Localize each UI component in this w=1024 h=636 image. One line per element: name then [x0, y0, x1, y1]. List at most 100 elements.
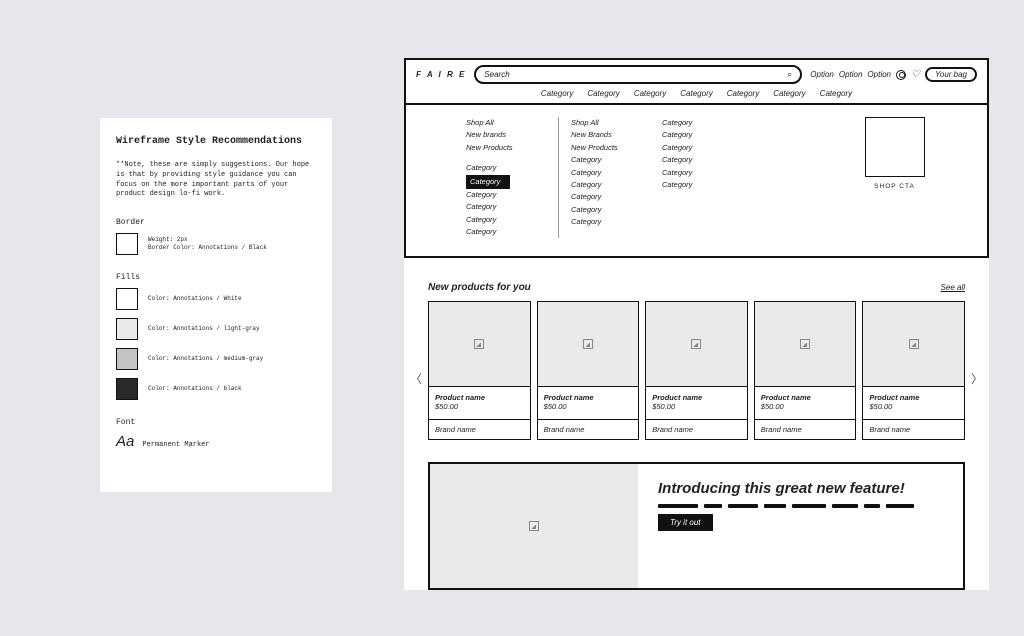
product-name: Product name — [652, 393, 741, 402]
user-icon[interactable] — [896, 70, 906, 80]
mega-item[interactable]: Category — [466, 201, 558, 213]
mega-item[interactable]: New Products — [571, 142, 650, 154]
border-label: Border — [116, 218, 316, 227]
mega-item[interactable]: Category — [571, 167, 650, 179]
mega-col-1: Shop All New brands New Products Categor… — [466, 117, 558, 238]
mega-item[interactable]: Category — [662, 129, 742, 141]
heart-icon[interactable]: ♡ — [911, 69, 920, 80]
product-brand: Brand name — [538, 419, 639, 439]
image-placeholder-icon — [474, 339, 484, 349]
feature-banner: Introducing this great new feature! Try … — [428, 462, 965, 590]
mega-item[interactable]: Category — [571, 154, 650, 166]
feature-image — [430, 464, 638, 588]
image-placeholder-icon — [529, 521, 539, 531]
feature-cta-button[interactable]: Try it out — [658, 514, 713, 531]
product-name: Product name — [869, 393, 958, 402]
product-price: $50.00 — [761, 402, 850, 411]
product-card[interactable]: Product name$50.00 Brand name — [862, 301, 965, 440]
product-carousel: Product name$50.00 Brand name Product na… — [428, 301, 965, 440]
mega-item[interactable]: Category — [466, 214, 558, 226]
nav-category[interactable]: Category — [727, 89, 759, 98]
shop-cta-image — [865, 117, 925, 177]
style-guide-title: Wireframe Style Recommendations — [116, 136, 316, 147]
fill-name-medgray: Color: Annotations / medium-gray — [148, 355, 263, 363]
font-name: Permanent Marker — [142, 441, 209, 449]
mega-item[interactable]: Category — [466, 162, 558, 174]
mega-item[interactable]: Shop All — [466, 117, 558, 129]
mega-item[interactable]: New Brands — [571, 129, 650, 141]
product-brand: Brand name — [429, 419, 530, 439]
nav-category[interactable]: Category — [541, 89, 573, 98]
nav-category[interactable]: Category — [773, 89, 805, 98]
nav-category[interactable]: Category — [587, 89, 619, 98]
mega-item[interactable]: Category — [466, 226, 558, 238]
product-price: $50.00 — [435, 402, 524, 411]
mega-item[interactable]: Shop All — [571, 117, 650, 129]
image-placeholder-icon — [583, 339, 593, 349]
nav-option[interactable]: Option — [810, 70, 834, 79]
nav-categories: Category Category Category Category Cate… — [416, 89, 977, 98]
product-card[interactable]: Product name$50.00 Brand name — [428, 301, 531, 440]
style-guide-card: Wireframe Style Recommendations **Note, … — [100, 118, 332, 492]
product-card[interactable]: Product name$50.00 Brand name — [537, 301, 640, 440]
product-image — [755, 302, 856, 386]
nav-option[interactable]: Option — [867, 70, 891, 79]
product-price: $50.00 — [652, 402, 741, 411]
mega-item[interactable]: Category — [662, 179, 742, 191]
carousel-next-icon[interactable]: 〉 — [971, 370, 983, 387]
search-placeholder: Search — [484, 70, 509, 79]
nav-category[interactable]: Category — [680, 89, 712, 98]
mega-item[interactable]: Category — [662, 167, 742, 179]
feature-text-lines — [658, 504, 943, 508]
carousel-prev-icon[interactable]: 〈 — [410, 370, 422, 387]
navbar: F A I R E Search ⌕ Option Option Option … — [404, 58, 989, 105]
feature-body: Introducing this great new feature! Try … — [638, 464, 963, 588]
border-specs: Weight: 2px Border Color: Annotations / … — [148, 236, 267, 252]
product-card[interactable]: Product name$50.00 Brand name — [754, 301, 857, 440]
nav-option[interactable]: Option — [839, 70, 863, 79]
mega-item[interactable]: Category — [662, 142, 742, 154]
mega-item[interactable]: Category — [662, 154, 742, 166]
mega-col-3: Category Category Category Category Cate… — [650, 117, 742, 238]
mega-item[interactable]: Category — [662, 117, 742, 129]
logo[interactable]: F A I R E — [416, 70, 466, 79]
mega-item[interactable]: Category — [571, 179, 650, 191]
fill-swatch-white — [116, 288, 138, 310]
mega-item[interactable]: Category — [571, 191, 650, 203]
mega-item[interactable]: Category — [571, 204, 650, 216]
fills-label: Fills — [116, 273, 316, 282]
nav-category[interactable]: Category — [820, 89, 852, 98]
search-icon[interactable]: ⌕ — [787, 69, 792, 80]
product-brand: Brand name — [646, 419, 747, 439]
product-price: $50.00 — [544, 402, 633, 411]
fill-name-white: Color: Annotations / White — [148, 295, 242, 303]
mega-item[interactable]: New brands — [466, 129, 558, 141]
fill-name-lightgray: Color: Annotations / light-gray — [148, 325, 260, 333]
font-sample: Aa — [116, 433, 134, 450]
wireframe-canvas: F A I R E Search ⌕ Option Option Option … — [404, 58, 989, 590]
shop-cta[interactable]: SHOP CTA — [862, 117, 927, 238]
mega-col-2: Shop All New Brands New Products Categor… — [558, 117, 650, 238]
mega-item[interactable]: New Products — [466, 142, 558, 154]
nav-category[interactable]: Category — [634, 89, 666, 98]
product-image — [429, 302, 530, 386]
fill-swatch-lightgray — [116, 318, 138, 340]
product-image — [646, 302, 747, 386]
product-card[interactable]: Product name$50.00 Brand name — [645, 301, 748, 440]
mega-item[interactable]: Category — [571, 216, 650, 228]
font-section: Font Aa Permanent Marker — [116, 418, 316, 450]
mega-item-active[interactable]: Category — [466, 175, 558, 189]
products-title: New products for you — [428, 282, 531, 293]
product-image — [863, 302, 964, 386]
product-name: Product name — [544, 393, 633, 402]
product-image — [538, 302, 639, 386]
fill-name-black: Color: Annotations / black — [148, 385, 242, 393]
border-section: Border Weight: 2px Border Color: Annotat… — [116, 218, 316, 255]
search-input[interactable]: Search ⌕ — [474, 65, 802, 84]
mega-item[interactable]: Category — [466, 189, 558, 201]
bag-button[interactable]: Your bag — [925, 67, 977, 82]
fills-section: Fills Color: Annotations / White Color: … — [116, 273, 316, 400]
feature-title: Introducing this great new feature! — [658, 480, 943, 497]
image-placeholder-icon — [800, 339, 810, 349]
see-all-link[interactable]: See all — [941, 283, 965, 292]
